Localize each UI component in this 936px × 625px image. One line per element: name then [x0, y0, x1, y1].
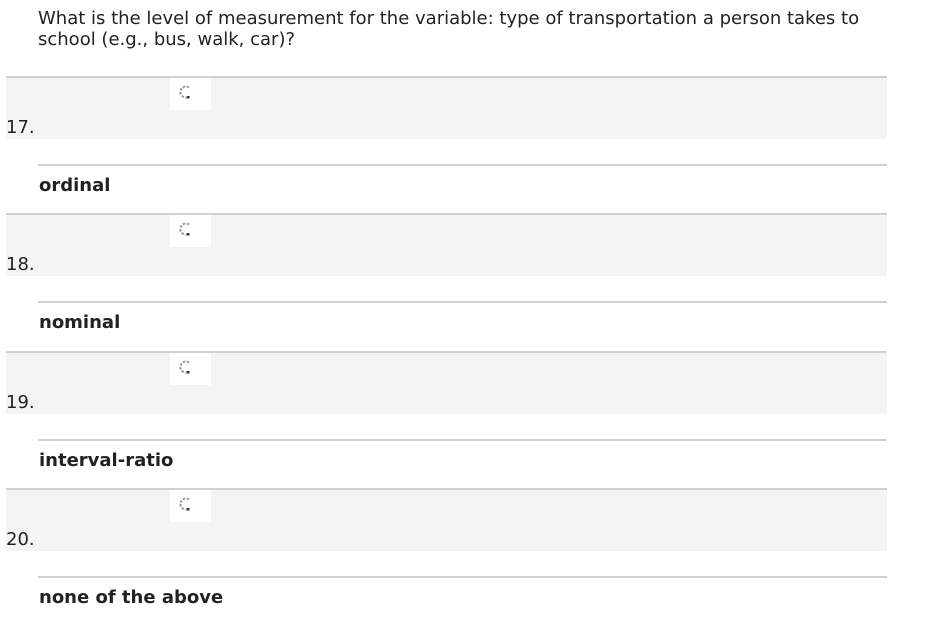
divider: [38, 164, 887, 166]
option-number: 19.: [6, 392, 35, 413]
divider: [38, 576, 887, 578]
answer-radio-18[interactable]: [170, 215, 211, 247]
answer-label-ordinal[interactable]: ordinal: [39, 176, 110, 196]
option-band: [6, 215, 887, 276]
answer-radio-19[interactable]: [170, 353, 211, 385]
radio-button-icon: [179, 360, 190, 374]
answer-option-20: 20. none of the above: [0, 488, 936, 625]
radio-button-icon: [179, 85, 190, 99]
answer-radio-17[interactable]: [170, 78, 211, 110]
answer-label-nominal[interactable]: nominal: [39, 313, 120, 333]
answer-radio-20[interactable]: [170, 490, 211, 522]
option-band: [6, 490, 887, 551]
option-number: 17.: [6, 117, 35, 138]
option-number: 20.: [6, 529, 35, 550]
question-text: What is the level of measurement for the…: [38, 8, 860, 50]
radio-button-icon: [179, 222, 190, 236]
option-band: [6, 78, 887, 139]
option-band: [6, 353, 887, 414]
answer-option-18: 18. nominal: [0, 213, 936, 350]
answer-option-17: 17. ordinal: [0, 76, 936, 213]
divider: [38, 439, 887, 441]
answer-option-19: 19. interval-ratio: [0, 351, 936, 488]
answer-label-interval-ratio[interactable]: interval-ratio: [39, 451, 173, 471]
divider: [38, 301, 887, 303]
answer-label-none-of-the-above[interactable]: none of the above: [39, 588, 223, 608]
option-number: 18.: [6, 254, 35, 275]
radio-button-icon: [179, 497, 190, 511]
